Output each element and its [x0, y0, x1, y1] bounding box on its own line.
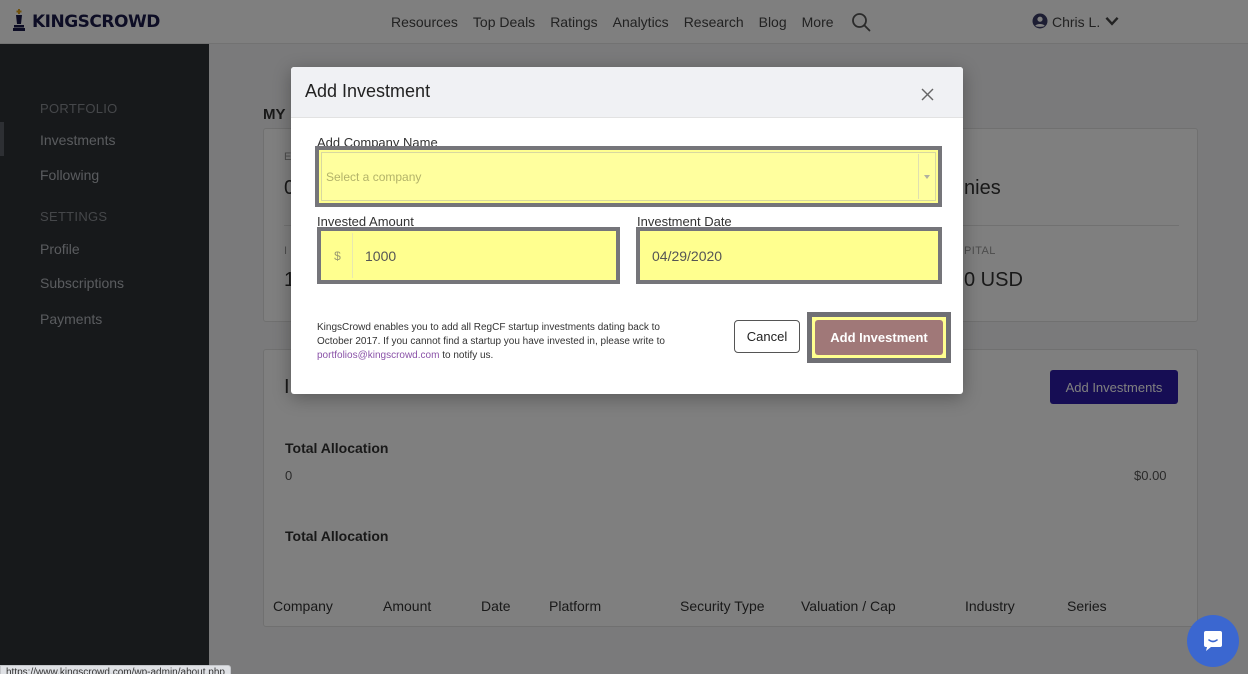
amount-input-highlight: $ 1000: [317, 227, 620, 284]
cancel-button[interactable]: Cancel: [734, 320, 800, 353]
company-select-placeholder: Select a company: [326, 169, 422, 184]
caret-down-icon: [918, 154, 934, 199]
modal-title: Add Investment: [305, 81, 431, 101]
currency-prefix: $: [323, 233, 353, 278]
help-note: KingsCrowd enables you to add all RegCF …: [317, 321, 687, 363]
add-investment-button[interactable]: Add Investment: [815, 320, 943, 355]
modal-header: Add Investment: [291, 67, 963, 118]
close-icon[interactable]: [917, 84, 937, 104]
support-email-link[interactable]: portfolios@kingscrowd.com: [317, 350, 439, 361]
company-select-highlight: Select a company: [315, 146, 942, 207]
add-investment-modal: Add Investment Add Company Name Select a…: [291, 67, 963, 394]
chat-icon[interactable]: [1187, 615, 1239, 667]
status-bar-url: https://www.kingscrowd.com/wp-admin/abou…: [0, 665, 231, 674]
company-select[interactable]: Select a company: [321, 152, 936, 201]
invested-amount-input[interactable]: 1000: [357, 233, 614, 278]
investment-date-input[interactable]: 04/29/2020: [642, 233, 936, 278]
date-input-highlight: 04/29/2020: [636, 227, 942, 284]
submit-highlight: Add Investment: [807, 312, 951, 363]
help-note-text: KingsCrowd enables you to add all RegCF …: [317, 322, 665, 347]
help-note-suffix: to notify us.: [439, 350, 494, 361]
